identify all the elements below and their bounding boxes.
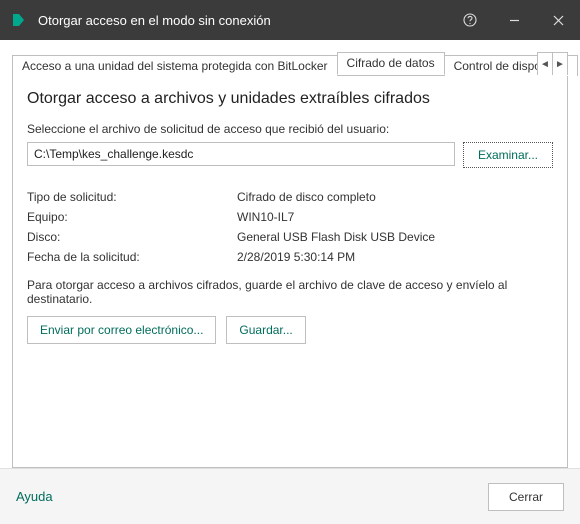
help-icon[interactable] xyxy=(448,0,492,40)
save-button[interactable]: Guardar... xyxy=(226,316,305,344)
tab-cifrado-datos[interactable]: Cifrado de datos xyxy=(337,52,445,75)
request-type-value: Cifrado de disco completo xyxy=(237,190,553,204)
minimize-icon[interactable] xyxy=(492,0,536,40)
tab-scroll-right-icon[interactable]: ► xyxy=(552,52,568,75)
help-link[interactable]: Ayuda xyxy=(16,489,53,504)
tab-bitlocker[interactable]: Acceso a una unidad del sistema protegid… xyxy=(12,55,338,76)
footer: Ayuda Cerrar xyxy=(0,468,580,524)
app-icon xyxy=(10,11,28,29)
host-label: Equipo: xyxy=(27,210,237,224)
host-value: WIN10-IL7 xyxy=(237,210,553,224)
titlebar: Otorgar acceso en el modo sin conexión xyxy=(0,0,580,40)
instruction-text: Seleccione el archivo de solicitud de ac… xyxy=(27,122,553,136)
tabstrip: Acceso a una unidad del sistema protegid… xyxy=(12,52,568,76)
send-email-button[interactable]: Enviar por correo electrónico... xyxy=(27,316,216,344)
browse-button[interactable]: Examinar... xyxy=(463,142,553,168)
panel-heading: Otorgar acceso a archivos y unidades ext… xyxy=(27,90,553,108)
tab-scroll-left-icon[interactable]: ◄ xyxy=(537,52,553,75)
disk-label: Disco: xyxy=(27,230,237,244)
window-title: Otorgar acceso en el modo sin conexión xyxy=(38,13,448,28)
tab-panel: Otorgar acceso a archivos y unidades ext… xyxy=(12,76,568,468)
request-date-value: 2/28/2019 5:30:14 PM xyxy=(237,250,553,264)
request-date-label: Fecha de la solicitud: xyxy=(27,250,237,264)
request-file-input[interactable] xyxy=(27,142,455,166)
content-area: Acceso a una unidad del sistema protegid… xyxy=(0,40,580,468)
request-type-label: Tipo de solicitud: xyxy=(27,190,237,204)
disk-value: General USB Flash Disk USB Device xyxy=(237,230,553,244)
close-button[interactable]: Cerrar xyxy=(488,483,564,511)
close-icon[interactable] xyxy=(536,0,580,40)
save-instruction-text: Para otorgar acceso a archivos cifrados,… xyxy=(27,278,553,306)
